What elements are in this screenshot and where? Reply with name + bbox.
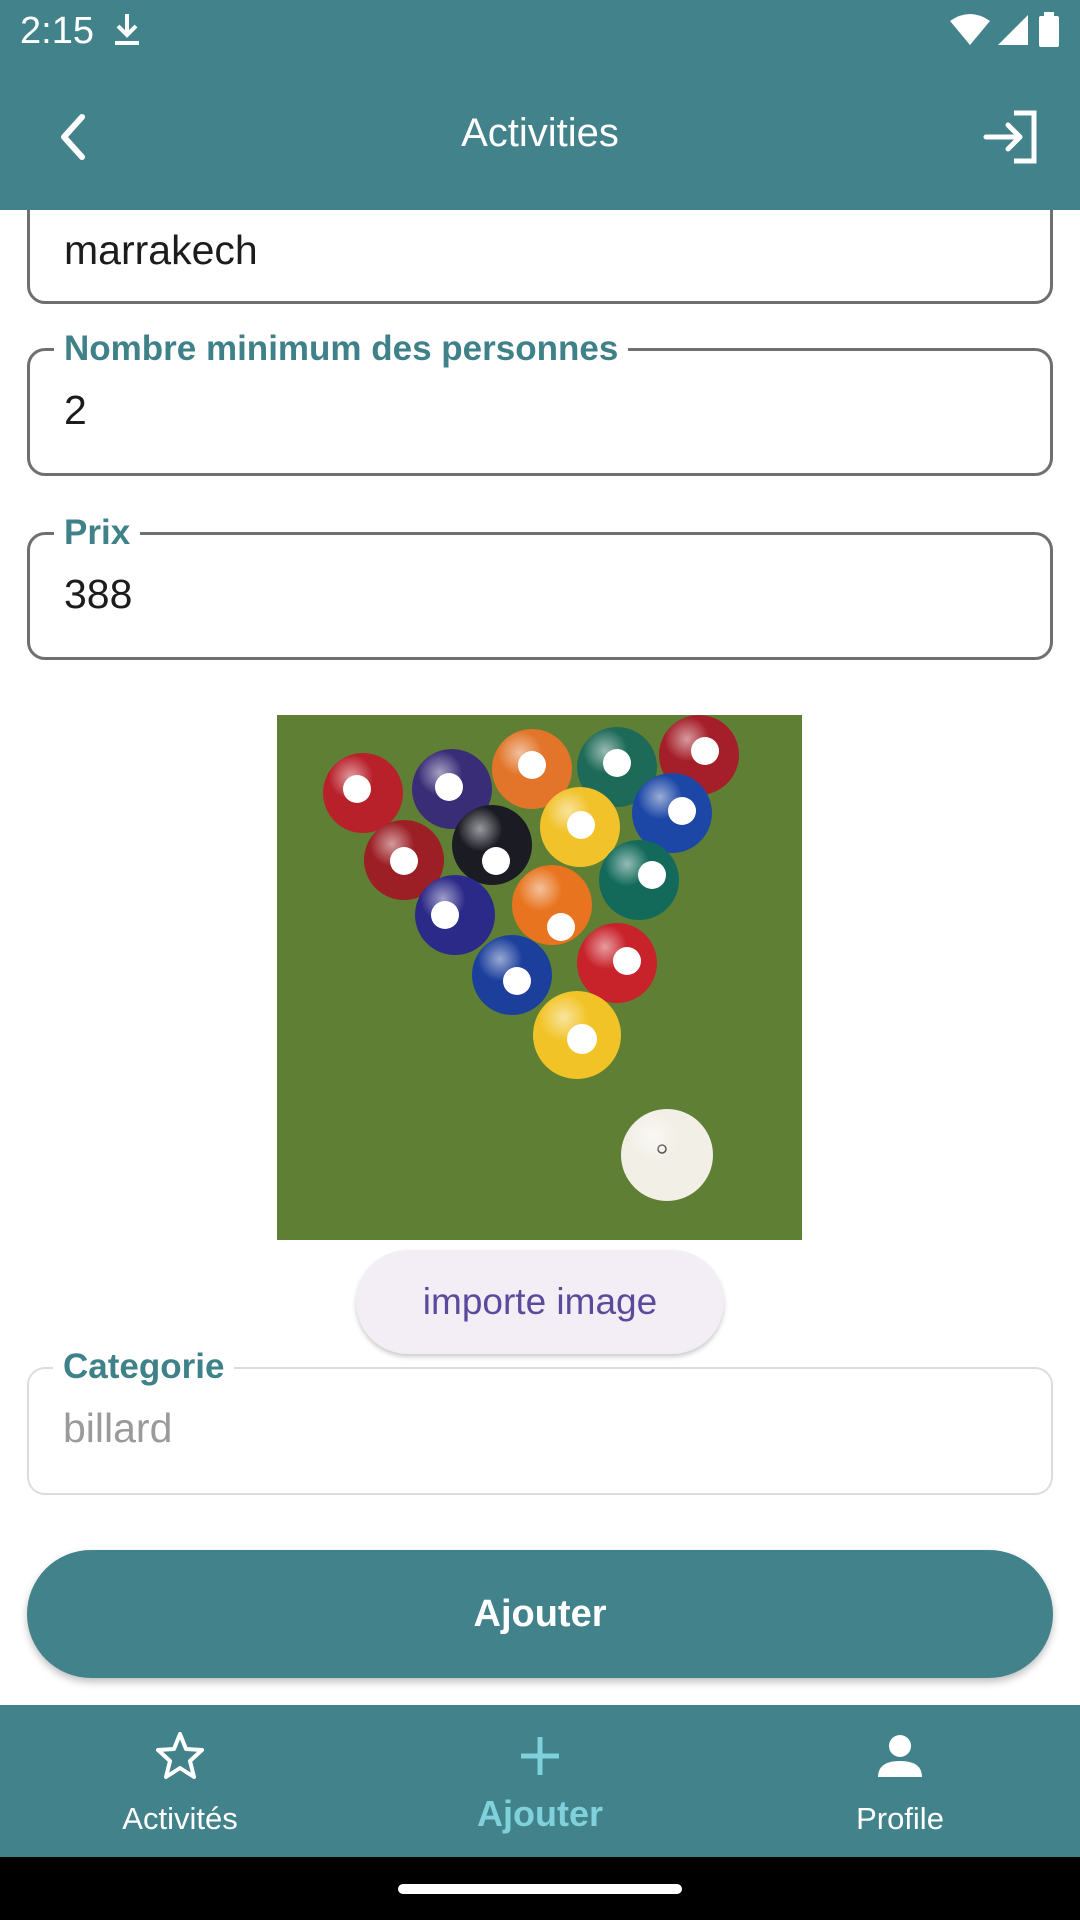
nav-item-profile[interactable]: Profile <box>720 1705 1080 1857</box>
min-people-field[interactable]: Nombre minimum des personnes 2 <box>27 329 1053 476</box>
nav-label-activites: Activités <box>122 1801 238 1836</box>
person-icon <box>875 1731 925 1781</box>
logout-icon[interactable] <box>980 105 1044 169</box>
app-bar: Activities <box>0 63 1080 210</box>
status-bar: 2:15 <box>0 0 1080 63</box>
wifi-icon <box>950 13 990 52</box>
download-icon <box>112 12 142 53</box>
location-field[interactable]: marrakech <box>27 210 1053 304</box>
price-field[interactable]: Prix 388 <box>27 513 1053 660</box>
signal-icon <box>998 13 1030 52</box>
add-button[interactable]: Ajouter <box>27 1550 1053 1678</box>
import-image-button[interactable]: importe image <box>356 1250 724 1354</box>
battery-icon <box>1038 12 1060 53</box>
star-outline-icon <box>155 1731 205 1781</box>
home-gesture-handle[interactable] <box>398 1884 682 1894</box>
nav-label-ajouter: Ajouter <box>477 1793 603 1834</box>
min-people-label: Nombre minimum des personnes <box>54 329 629 369</box>
bottom-nav: Activités Ajouter Profile <box>0 1705 1080 1857</box>
page-title: Activities <box>461 111 619 155</box>
activity-image <box>277 715 802 1240</box>
gesture-bar <box>0 1857 1080 1920</box>
category-label: Categorie <box>53 1347 235 1387</box>
price-label: Prix <box>54 513 141 553</box>
nav-item-activites[interactable]: Activités <box>0 1705 360 1857</box>
min-people-value: 2 <box>64 387 87 433</box>
location-value: marrakech <box>64 227 258 273</box>
category-value: billard <box>63 1405 173 1451</box>
nav-label-profile: Profile <box>856 1801 944 1836</box>
status-time: 2:15 <box>20 10 94 52</box>
category-field[interactable]: Categorie billard <box>27 1347 1053 1495</box>
nav-item-ajouter[interactable]: Ajouter <box>360 1705 720 1857</box>
form-content: marrakech Nombre minimum des personnes 2… <box>0 210 1080 1705</box>
price-value: 388 <box>64 571 133 617</box>
plus-icon <box>515 1731 565 1781</box>
